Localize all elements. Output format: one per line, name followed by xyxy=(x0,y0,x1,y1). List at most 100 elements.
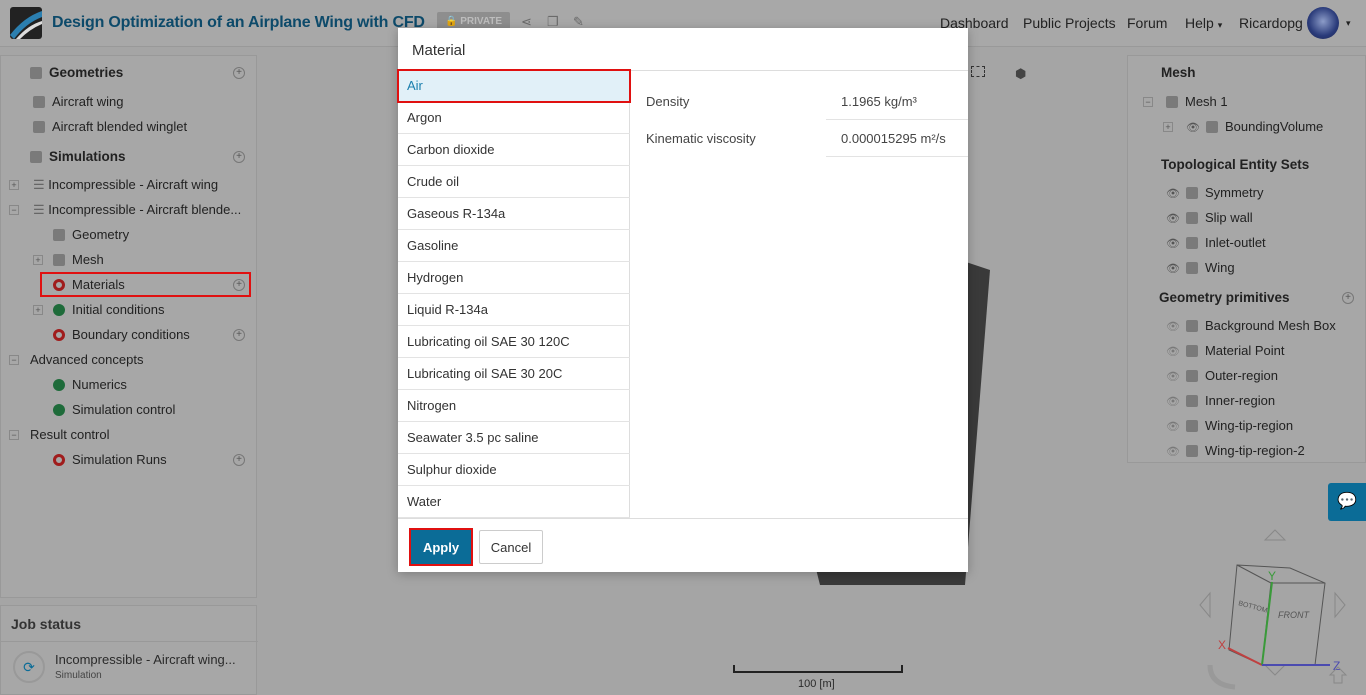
section-simulations[interactable]: Simulations xyxy=(30,146,126,168)
mesh-item[interactable]: Mesh 1 xyxy=(1166,91,1228,113)
nav-forum[interactable]: Forum xyxy=(1127,15,1167,31)
material-option-carbon-dioxide[interactable]: Carbon dioxide xyxy=(398,134,630,166)
material-option-crude-oil[interactable]: Crude oil xyxy=(398,166,630,198)
eye-icon[interactable]: 👁 xyxy=(1166,446,1180,458)
add-icon[interactable]: + xyxy=(233,454,245,466)
eye-icon[interactable]: 👁 xyxy=(1186,122,1200,134)
private-label: PRIVATE xyxy=(460,16,503,27)
material-option-liquid-r-134a[interactable]: Liquid R-134a xyxy=(398,294,630,326)
material-option-gasoline[interactable]: Gasoline xyxy=(398,230,630,262)
material-option-lubricating-oil-sae-30-20c[interactable]: Lubricating oil SAE 30 20C xyxy=(398,358,630,390)
material-option-seawater-3-5-pc-saline[interactable]: Seawater 3.5 pc saline xyxy=(398,422,630,454)
primitive-wing-tip-region-2[interactable]: 👁 Wing-tip-region-2 xyxy=(1166,440,1305,462)
material-option-hydrogen[interactable]: Hydrogen xyxy=(398,262,630,294)
expand-icon[interactable]: + xyxy=(1163,122,1173,132)
axis-x-label: X xyxy=(1218,638,1226,652)
job-name[interactable]: Incompressible - Aircraft wing... xyxy=(55,652,236,667)
tree-item-mesh[interactable]: Mesh xyxy=(53,249,104,271)
eye-icon[interactable]: 👁 xyxy=(1166,263,1180,275)
eye-icon[interactable]: 👁 xyxy=(1166,213,1180,225)
cylinder-icon xyxy=(1185,395,1198,407)
app-logo[interactable] xyxy=(10,7,42,39)
tree-item-numerics[interactable]: Numerics xyxy=(53,374,127,396)
primitive-material-point-label: Material Point xyxy=(1204,343,1285,358)
apply-button[interactable]: Apply xyxy=(409,528,473,566)
collapse-icon[interactable]: − xyxy=(1143,97,1153,107)
add-icon[interactable]: + xyxy=(233,151,245,163)
tree-item-incompressible-aircraft-wing[interactable]: ☰ Incompressible - Aircraft wing xyxy=(33,174,218,196)
primitive-background-mesh-box[interactable]: 👁 Background Mesh Box xyxy=(1166,315,1336,337)
cancel-button[interactable]: Cancel xyxy=(479,530,543,564)
primitive-inner-region[interactable]: 👁 Inner-region xyxy=(1166,390,1275,412)
add-icon[interactable]: + xyxy=(1342,292,1354,304)
eye-icon[interactable]: 👁 xyxy=(1166,346,1180,358)
expand-icon[interactable]: + xyxy=(9,180,19,190)
tree-item-boundary-conditions[interactable]: Boundary conditions xyxy=(53,324,190,346)
entity-set-slip-wall[interactable]: 👁 Slip wall xyxy=(1166,207,1253,229)
property-name: Density xyxy=(646,94,690,109)
tree-item-advanced-concepts[interactable]: Advanced concepts xyxy=(30,349,143,371)
refresh-icon[interactable]: ⟳ xyxy=(13,651,45,683)
nav-help[interactable]: Help ▾ xyxy=(1185,15,1222,31)
divider xyxy=(826,119,968,120)
primitive-wing-tip-region[interactable]: 👁 Wing-tip-region xyxy=(1166,415,1293,437)
material-option-water[interactable]: Water xyxy=(398,486,630,518)
tree-item-geometry[interactable]: Geometry xyxy=(53,224,129,246)
mesh-view-icon[interactable]: ⬢ xyxy=(1015,66,1026,82)
material-option-nitrogen[interactable]: Nitrogen xyxy=(398,390,630,422)
tree-item-initial-conditions[interactable]: Initial conditions xyxy=(53,299,165,321)
section-geometry-primitives[interactable]: Geometry primitives xyxy=(1159,287,1290,309)
bounding-volume-item[interactable]: 👁 BoundingVolume xyxy=(1186,116,1323,138)
material-option-argon[interactable]: Argon xyxy=(398,102,630,134)
eye-icon[interactable]: 👁 xyxy=(1166,396,1180,408)
eye-icon[interactable]: 👁 xyxy=(1166,321,1180,333)
geometry-item[interactable]: Aircraft blended winglet xyxy=(33,116,187,138)
chevron-down-icon[interactable]: ▾ xyxy=(1346,18,1351,29)
dialog-title: Material xyxy=(412,42,466,59)
primitive-material-point[interactable]: 👁 Material Point xyxy=(1166,340,1284,362)
box-select-icon[interactable] xyxy=(971,66,985,77)
geometry-item[interactable]: Aircraft wing xyxy=(33,91,124,113)
entity-set-inlet-outlet[interactable]: 👁 Inlet-outlet xyxy=(1166,232,1266,254)
entity-set-symmetry[interactable]: 👁 Symmetry xyxy=(1166,182,1263,204)
section-geometry-primitives-label: Geometry primitives xyxy=(1159,290,1290,305)
add-icon[interactable]: + xyxy=(233,329,245,341)
collapse-icon[interactable]: − xyxy=(9,205,19,215)
eye-icon[interactable]: 👁 xyxy=(1166,371,1180,383)
geometry-item-label: Aircraft wing xyxy=(52,94,124,109)
entity-set-wing[interactable]: 👁 Wing xyxy=(1166,257,1235,279)
section-topological-entity-sets[interactable]: Topological Entity Sets xyxy=(1161,154,1309,176)
section-mesh[interactable]: Mesh xyxy=(1161,62,1196,84)
project-title[interactable]: Design Optimization of an Airplane Wing … xyxy=(52,14,425,32)
section-geometries[interactable]: Geometries xyxy=(30,62,123,84)
eye-icon[interactable]: 👁 xyxy=(1166,188,1180,200)
tree-item-advanced-concepts-label: Advanced concepts xyxy=(30,352,144,367)
job-status-panel: Job status ⟳ Incompressible - Aircraft w… xyxy=(0,605,258,695)
nav-public-projects[interactable]: Public Projects xyxy=(1023,15,1116,31)
simulations-icon xyxy=(30,151,42,163)
cube-outline xyxy=(1228,564,1326,666)
primitive-outer-region[interactable]: 👁 Outer-region xyxy=(1166,365,1278,387)
tree-item-incompressible-aircraft-blende[interactable]: ☰ Incompressible - Aircraft blende... xyxy=(33,199,241,221)
collapse-icon[interactable]: − xyxy=(9,355,19,365)
eye-icon[interactable]: 👁 xyxy=(1166,238,1180,250)
section-mesh-label: Mesh xyxy=(1161,65,1196,80)
material-option-air[interactable]: Air xyxy=(397,69,631,103)
add-icon[interactable]: + xyxy=(233,67,245,79)
avatar[interactable] xyxy=(1307,7,1339,39)
material-option-gaseous-r-134a[interactable]: Gaseous R-134a xyxy=(398,198,630,230)
expand-icon[interactable]: + xyxy=(33,255,43,265)
view-cube[interactable]: X Y Z BOTTOM FRONT xyxy=(1190,525,1360,695)
chat-icon[interactable]: 💬 xyxy=(1328,483,1366,521)
expand-icon[interactable]: + xyxy=(33,305,43,315)
tree-item-result-control[interactable]: Result control xyxy=(30,424,109,446)
material-option-sulphur-dioxide[interactable]: Sulphur dioxide xyxy=(398,454,630,486)
collapse-icon[interactable]: − xyxy=(9,430,19,440)
tree-item-simulation-runs[interactable]: Simulation Runs xyxy=(53,449,167,471)
cylinder-icon xyxy=(1185,445,1198,457)
eye-icon[interactable]: 👁 xyxy=(1166,421,1180,433)
material-option-lubricating-oil-sae-30-120c[interactable]: Lubricating oil SAE 30 120C xyxy=(398,326,630,358)
entity-set-inlet-outlet-label: Inlet-outlet xyxy=(1204,235,1266,250)
user-name[interactable]: Ricardopg xyxy=(1239,15,1303,31)
tree-item-simulation-control[interactable]: Simulation control xyxy=(53,399,175,421)
